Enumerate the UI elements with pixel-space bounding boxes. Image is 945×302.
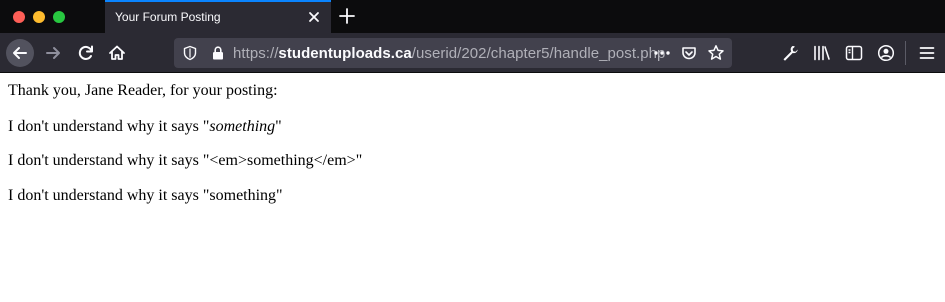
tab-title: Your Forum Posting bbox=[115, 10, 221, 24]
window-maximize-button[interactable] bbox=[53, 11, 65, 23]
lock-icon[interactable] bbox=[210, 45, 226, 66]
post-escaped-html: I don't understand why it says "<em>some… bbox=[8, 152, 363, 169]
reload-button[interactable] bbox=[72, 39, 100, 67]
post-rendered-html: I don't understand why it says "somethin… bbox=[8, 118, 282, 136]
hamburger-icon[interactable] bbox=[917, 43, 937, 68]
star-icon[interactable] bbox=[707, 44, 725, 67]
browser-window: Your Forum Posting https://studentupload… bbox=[0, 0, 945, 302]
window-minimize-button[interactable] bbox=[33, 11, 45, 23]
post-stripped-html: I don't understand why it says "somethin… bbox=[8, 187, 283, 204]
tab-strip: Your Forum Posting bbox=[0, 0, 945, 33]
plus-icon[interactable] bbox=[336, 5, 358, 27]
sidebar-icon[interactable] bbox=[844, 43, 864, 68]
post-suffix: " bbox=[275, 118, 282, 135]
tab-active[interactable]: Your Forum Posting bbox=[105, 0, 331, 33]
post-prefix: I don't understand why it says " bbox=[8, 118, 210, 135]
url-bar[interactable]: https://studentuploads.ca/userid/202/cha… bbox=[174, 38, 732, 68]
url-text[interactable]: https://studentuploads.ca/userid/202/cha… bbox=[233, 45, 665, 62]
url-scheme: https:// bbox=[233, 45, 279, 62]
arrow-left-icon bbox=[13, 47, 27, 59]
arrow-right-icon bbox=[46, 47, 60, 59]
ellipsis-icon[interactable] bbox=[653, 45, 671, 66]
url-host: studentuploads.ca bbox=[278, 45, 412, 62]
shield-icon[interactable] bbox=[182, 45, 198, 66]
url-path: /userid/202/chapter5/handle_post.php bbox=[411, 45, 666, 62]
toolbar-divider bbox=[905, 41, 906, 65]
library-icon[interactable] bbox=[812, 43, 832, 68]
forward-button[interactable] bbox=[40, 39, 68, 67]
thank-you-text: Thank you, Jane Reader, for your posting… bbox=[8, 82, 278, 99]
home-icon bbox=[109, 45, 125, 60]
window-close-button[interactable] bbox=[13, 11, 25, 23]
post-emphasis: something bbox=[209, 118, 276, 135]
reload-icon bbox=[78, 45, 93, 60]
back-button[interactable] bbox=[6, 39, 34, 67]
account-icon[interactable] bbox=[876, 43, 896, 68]
nav-toolbar: https://studentuploads.ca/userid/202/cha… bbox=[0, 33, 945, 73]
wrench-icon[interactable] bbox=[780, 43, 800, 68]
page-content: Thank you, Jane Reader, for your posting… bbox=[0, 74, 945, 302]
pocket-icon[interactable] bbox=[680, 44, 698, 67]
close-icon[interactable] bbox=[305, 8, 323, 26]
home-button[interactable] bbox=[103, 39, 131, 67]
